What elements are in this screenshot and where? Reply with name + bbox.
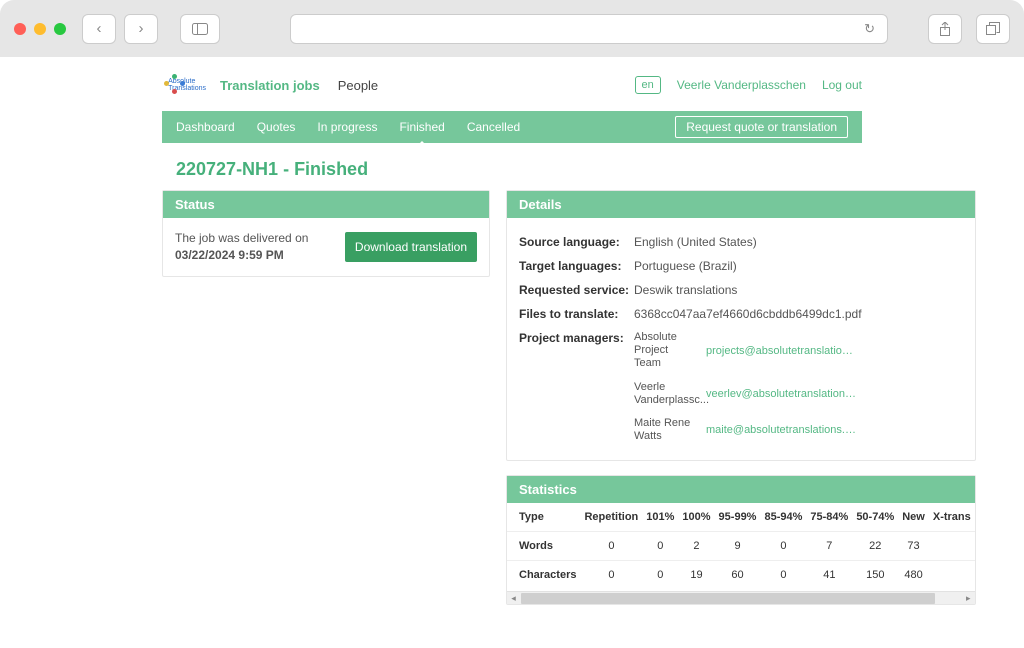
nav-translation-jobs[interactable]: Translation jobs: [220, 78, 320, 93]
sidebar-toggle-icon[interactable]: [180, 14, 220, 44]
details-header: Details: [507, 191, 975, 218]
tabs-button[interactable]: [976, 14, 1010, 44]
window-minimize-icon[interactable]: [34, 23, 46, 35]
nav-people[interactable]: People: [338, 78, 378, 93]
pm-row: Absolute Project Team projects@absolutet…: [634, 331, 963, 371]
forward-button[interactable]: ›: [124, 14, 158, 44]
detail-project-managers: Project managers: Absolute Project Team …: [519, 326, 963, 448]
window-maximize-icon[interactable]: [54, 23, 66, 35]
statistics-header: Statistics: [507, 476, 975, 503]
window-close-icon[interactable]: [14, 23, 26, 35]
statistics-table: Type Repetition 101% 100% 95-99% 85-94% …: [507, 503, 975, 589]
scrollbar-left-arrow-icon[interactable]: ◂: [507, 592, 520, 605]
pm-email-link[interactable]: maite@absolutetranslations.com.: [706, 424, 856, 436]
brand-logo[interactable]: AbsoluteTranslations: [162, 71, 206, 99]
pm-email-link[interactable]: projects@absolutetranslations.co: [706, 345, 856, 357]
reload-icon[interactable]: ↻: [864, 21, 875, 37]
tab-quotes[interactable]: Quotes: [257, 120, 296, 134]
status-header: Status: [163, 191, 489, 218]
request-quote-button[interactable]: Request quote or translation: [675, 116, 848, 138]
page-title: 220727-NH1 - Finished: [176, 159, 848, 180]
details-panel: Details Source language: English (United…: [506, 190, 976, 461]
detail-requested-service: Requested service: Deswik translations: [519, 278, 963, 302]
share-button[interactable]: [928, 14, 962, 44]
tab-finished[interactable]: Finished: [399, 120, 444, 134]
download-translation-button[interactable]: Download translation: [345, 232, 477, 262]
table-row: Words 0 0 2 9 0 7 22 73: [507, 532, 975, 561]
tab-cancelled[interactable]: Cancelled: [467, 120, 520, 134]
pm-email-link[interactable]: veerlev@absolutetranslations.con: [706, 388, 856, 400]
language-selector[interactable]: en: [635, 76, 661, 94]
tab-in-progress[interactable]: In progress: [317, 120, 377, 134]
browser-chrome: ‹ › ↻: [0, 0, 1024, 57]
top-bar: AbsoluteTranslations Translation jobs Pe…: [162, 57, 862, 111]
user-name-link[interactable]: Veerle Vanderplasschen: [677, 78, 806, 92]
primary-nav: Translation jobs People: [220, 78, 378, 93]
logout-link[interactable]: Log out: [822, 78, 862, 92]
status-panel: Status The job was delivered on 03/22/20…: [162, 190, 490, 277]
status-text: The job was delivered on 03/22/2024 9:59…: [175, 230, 337, 264]
detail-files-to-translate: Files to translate: 6368cc047aa7ef4660d6…: [519, 302, 963, 326]
horizontal-scrollbar[interactable]: ◂ ▸: [507, 591, 975, 604]
statistics-panel: Statistics Type Repetition 101% 100%: [506, 475, 976, 605]
pm-row: Maite Rene Watts maite@absolutetranslati…: [634, 417, 963, 443]
back-button[interactable]: ‹: [82, 14, 116, 44]
traffic-lights: [14, 23, 66, 35]
detail-source-language: Source language: English (United States): [519, 230, 963, 254]
table-row: Characters 0 0 19 60 0 41 150 480: [507, 561, 975, 590]
tab-dashboard[interactable]: Dashboard: [176, 120, 235, 134]
scrollbar-right-arrow-icon[interactable]: ▸: [962, 592, 975, 605]
scrollbar-thumb[interactable]: [521, 593, 935, 604]
url-bar[interactable]: ↻: [290, 14, 888, 44]
secondary-nav: Dashboard Quotes In progress Finished Ca…: [162, 111, 862, 143]
detail-target-languages: Target languages: Portuguese (Brazil): [519, 254, 963, 278]
pm-row: Veerle Vanderplassc... veerlev@absolutet…: [634, 381, 963, 407]
